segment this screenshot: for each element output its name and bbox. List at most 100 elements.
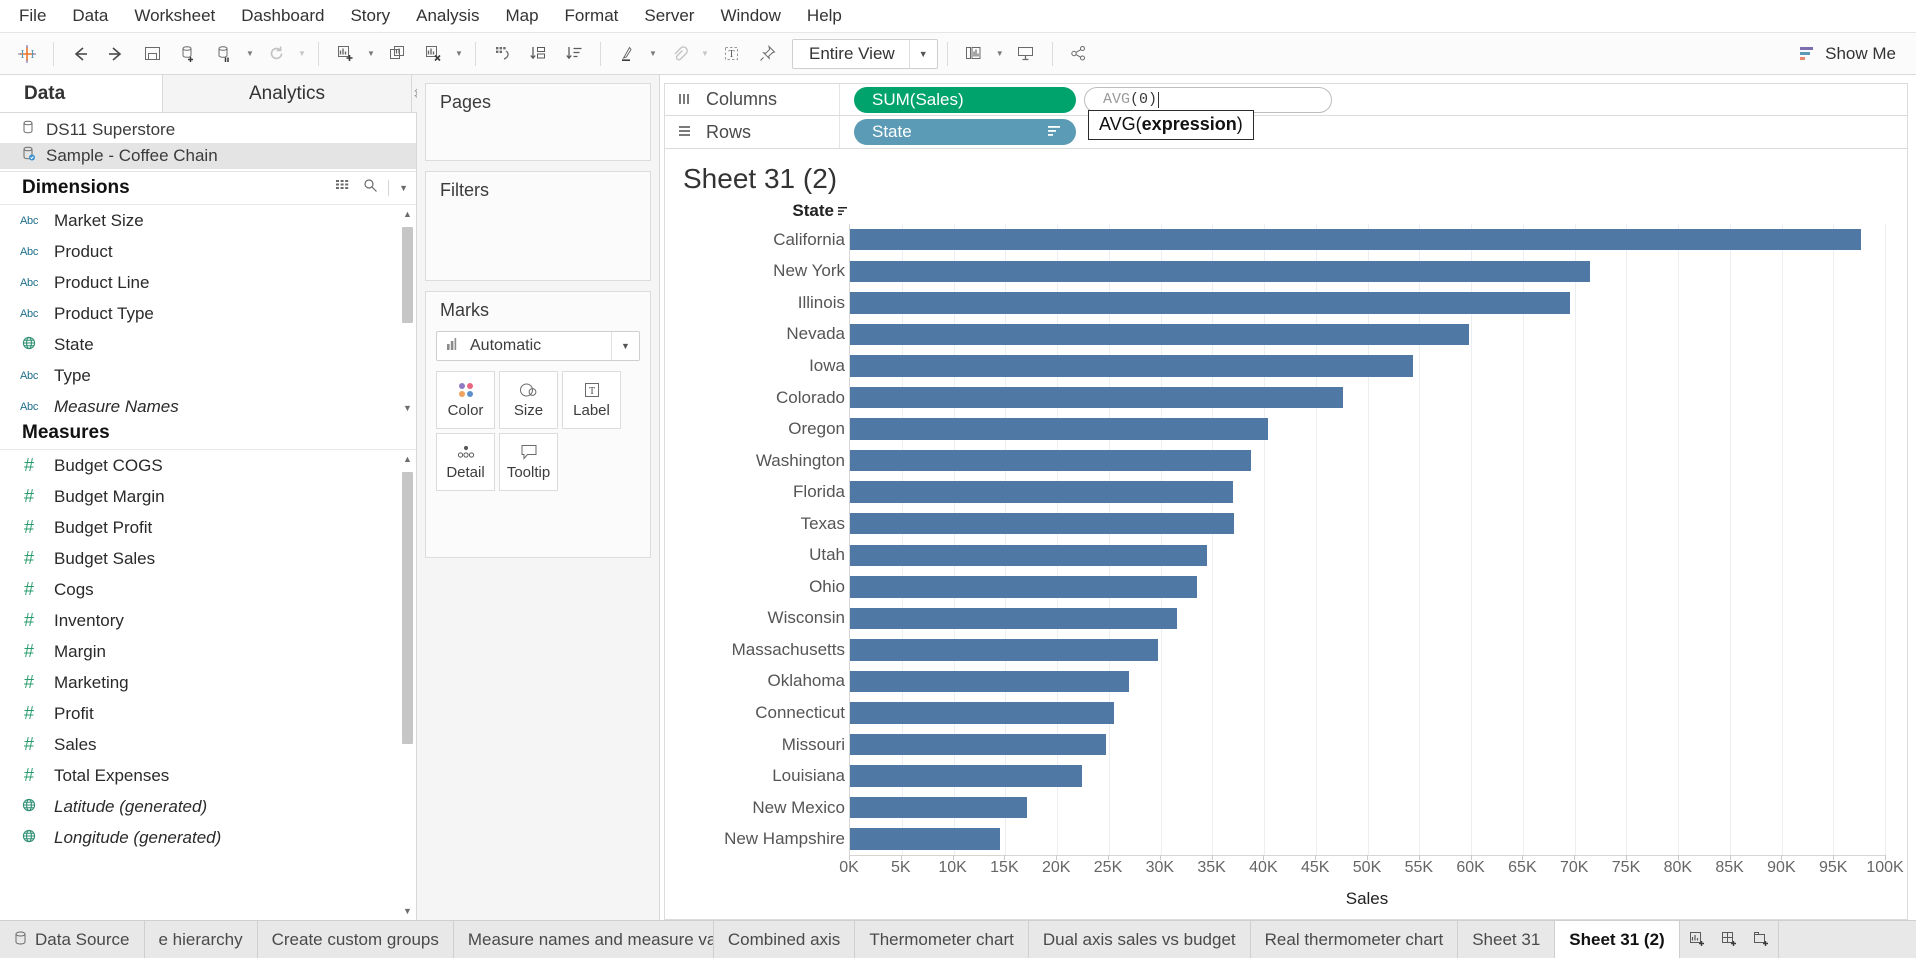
measure-budget-profit[interactable]: #Budget Profit	[0, 512, 416, 543]
row-label[interactable]: Wisconsin	[701, 603, 849, 635]
menu-item-worksheet[interactable]: Worksheet	[121, 3, 228, 29]
bar-mark[interactable]	[850, 671, 1129, 692]
dimension-product[interactable]: AbcProduct	[0, 236, 416, 267]
menu-item-data[interactable]: Data	[59, 3, 121, 29]
tab-data[interactable]: Data	[0, 75, 162, 112]
bar-mark[interactable]	[850, 355, 1413, 376]
row-label[interactable]: New York	[701, 256, 849, 288]
bar-mark[interactable]	[850, 797, 1027, 818]
measure-cogs[interactable]: #Cogs	[0, 574, 416, 605]
row-label[interactable]: Ohio	[701, 571, 849, 603]
sheet-tab-6[interactable]: Real thermometer chart	[1251, 921, 1459, 958]
rows-shelf-content[interactable]: State	[840, 116, 1907, 148]
marks-type-dropdown[interactable]: Automatic ▼	[436, 331, 640, 361]
pause-auto-update-dropdown-icon[interactable]: ▼	[243, 38, 257, 70]
marks-tooltip-button[interactable]: Tooltip	[499, 433, 558, 491]
chevron-down-icon[interactable]: ▼	[909, 40, 937, 68]
marks-color-button[interactable]: Color	[436, 371, 495, 429]
data-source-tab[interactable]: Data Source	[0, 921, 145, 958]
dimension-market-size[interactable]: AbcMarket Size	[0, 205, 416, 236]
tab-analytics[interactable]: Analytics	[162, 75, 412, 112]
row-label[interactable]: Oklahoma	[701, 666, 849, 698]
dimension-product-line[interactable]: AbcProduct Line	[0, 267, 416, 298]
clear-sheet-icon[interactable]	[416, 38, 450, 70]
sheet-tab-5[interactable]: Dual axis sales vs budget	[1029, 921, 1251, 958]
filters-card[interactable]: Filters	[425, 171, 651, 281]
marks-size-button[interactable]: Size	[499, 371, 558, 429]
dimension-state[interactable]: State	[0, 329, 416, 360]
measure-profit[interactable]: #Profit	[0, 698, 416, 729]
attach-dropdown-icon[interactable]: ▼	[698, 38, 712, 70]
bar-mark[interactable]	[850, 513, 1234, 534]
bar-mark[interactable]	[850, 418, 1268, 439]
measure-total-expenses[interactable]: #Total Expenses	[0, 760, 416, 791]
row-label[interactable]: New Mexico	[701, 792, 849, 824]
row-label[interactable]: Colorado	[701, 382, 849, 414]
measure-longitude-generated[interactable]: Longitude (generated)	[0, 822, 416, 853]
menu-item-dashboard[interactable]: Dashboard	[228, 3, 337, 29]
rows-shelf[interactable]: Rows State	[664, 116, 1908, 149]
share-icon[interactable]	[1062, 38, 1096, 70]
highlighter-icon[interactable]	[610, 38, 644, 70]
marks-detail-button[interactable]: Detail	[436, 433, 495, 491]
sort-icon[interactable]	[1048, 126, 1062, 139]
plot-area[interactable]	[849, 224, 1885, 855]
menu-item-map[interactable]: Map	[492, 3, 551, 29]
show-me-button[interactable]: Show Me	[1789, 40, 1906, 68]
bar-mark[interactable]	[850, 608, 1177, 629]
save-icon[interactable]	[135, 38, 169, 70]
presentation-mode-icon[interactable]	[1009, 38, 1043, 70]
sheet-tab-2[interactable]: Measure names and measure va...	[454, 921, 714, 958]
row-label[interactable]: Iowa	[701, 350, 849, 382]
menu-item-file[interactable]: File	[6, 3, 59, 29]
data-source-item-0[interactable]: DS11 Superstore	[0, 117, 416, 143]
visualization-canvas[interactable]: Sheet 31 (2) State CaliforniaNew YorkIll…	[664, 149, 1908, 920]
row-label[interactable]: Nevada	[701, 319, 849, 351]
duplicate-sheet-icon[interactable]	[380, 38, 414, 70]
dimensions-menu-chevron-icon[interactable]: ▼	[399, 183, 408, 193]
menu-item-story[interactable]: Story	[337, 3, 403, 29]
row-label[interactable]: Texas	[701, 508, 849, 540]
bar-mark[interactable]	[850, 702, 1114, 723]
sheet-tab-0[interactable]: e hierarchy	[145, 921, 258, 958]
tableau-logo-icon[interactable]	[10, 38, 44, 70]
sheet-tab-4[interactable]: Thermometer chart	[855, 921, 1029, 958]
row-label[interactable]: California	[701, 224, 849, 256]
sort-icon[interactable]	[838, 201, 849, 221]
text-tooltip-icon[interactable]: T	[714, 38, 748, 70]
sheet-tab-3[interactable]: Combined axis	[714, 921, 855, 958]
forward-icon[interactable]	[99, 38, 133, 70]
dimension-type[interactable]: AbcType	[0, 360, 416, 391]
bar-mark[interactable]	[850, 828, 1000, 849]
row-header-state[interactable]: State	[701, 201, 849, 224]
row-label[interactable]: Massachusetts	[701, 634, 849, 666]
sort-descending-icon[interactable]	[557, 38, 591, 70]
row-label[interactable]: Connecticut	[701, 697, 849, 729]
connect-new-data-source-icon[interactable]	[171, 38, 205, 70]
sheet-tab-7[interactable]: Sheet 31	[1458, 921, 1555, 958]
measures-scroll-up-icon[interactable]: ▲	[401, 450, 414, 468]
menu-item-help[interactable]: Help	[794, 3, 855, 29]
search-icon[interactable]	[363, 177, 378, 199]
menu-item-format[interactable]: Format	[552, 3, 632, 29]
swap-rows-cols-icon[interactable]	[485, 38, 519, 70]
chevron-down-icon[interactable]: ▼	[611, 332, 639, 360]
highlighter-dropdown-icon[interactable]: ▼	[646, 38, 660, 70]
menu-item-analysis[interactable]: Analysis	[403, 3, 492, 29]
measure-latitude-generated[interactable]: Latitude (generated)	[0, 791, 416, 822]
dimensions-scroll-down-icon[interactable]: ▼	[401, 399, 414, 417]
dimensions-scroll-up-icon[interactable]: ▲	[401, 205, 414, 223]
data-source-item-1[interactable]: Sample - Coffee Chain	[0, 143, 416, 169]
grid-view-icon[interactable]	[336, 177, 353, 199]
dimensions-scrollbar[interactable]: ▲ ▼	[401, 205, 414, 417]
sheet-tab-8[interactable]: Sheet 31 (2)	[1555, 921, 1679, 958]
row-label[interactable]: Missouri	[701, 729, 849, 761]
new-worksheet-icon[interactable]	[1682, 921, 1714, 958]
show-hide-cards-icon[interactable]	[957, 38, 991, 70]
measures-scroll-thumb[interactable]	[402, 472, 413, 744]
measure-inventory[interactable]: #Inventory	[0, 605, 416, 636]
measure-marketing[interactable]: #Marketing	[0, 667, 416, 698]
bar-mark[interactable]	[850, 387, 1343, 408]
show-hide-cards-dropdown-icon[interactable]: ▼	[993, 38, 1007, 70]
refresh-data-source-icon[interactable]	[259, 38, 293, 70]
